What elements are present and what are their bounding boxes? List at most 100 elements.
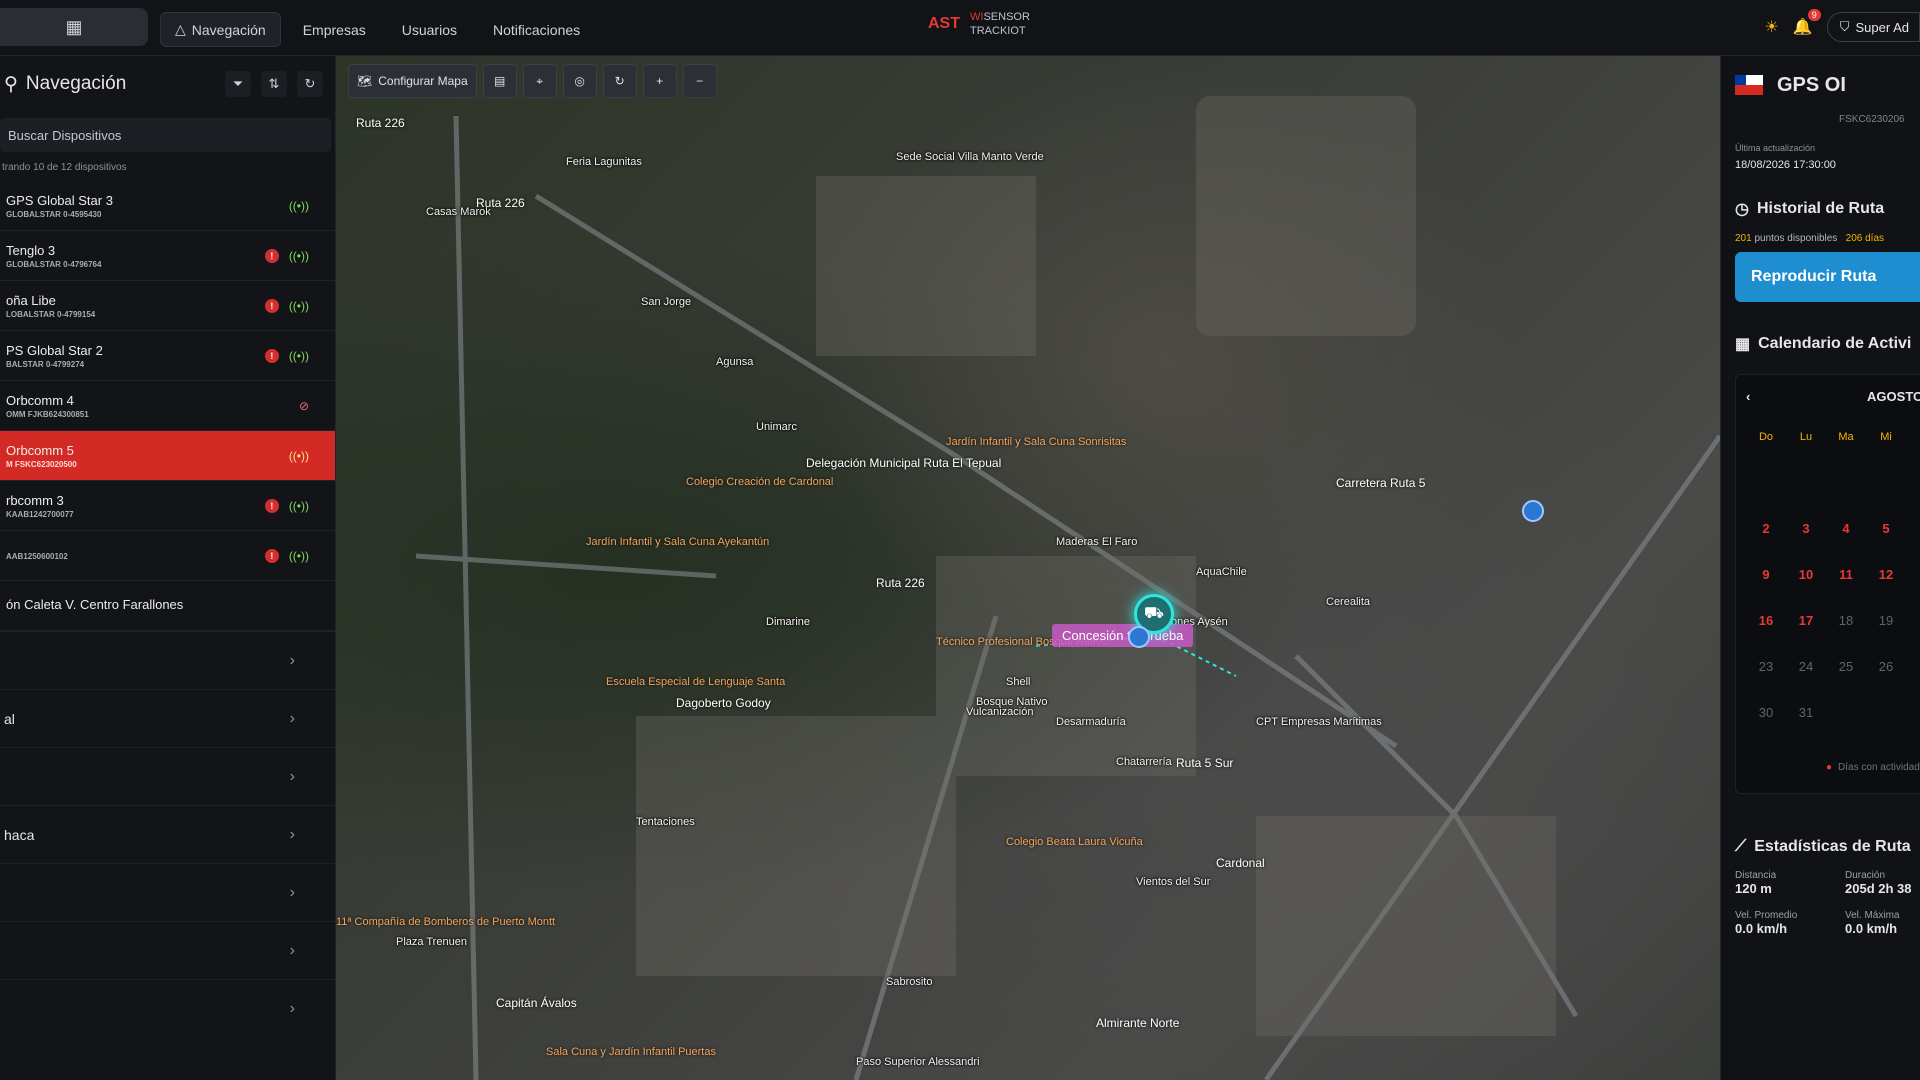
device-status: ! ((•))	[264, 348, 309, 363]
tab-usuarios[interactable]: Usuarios	[388, 12, 471, 47]
refresh-map-button[interactable]: ↻	[602, 64, 637, 98]
device-group-item[interactable]: ›	[0, 631, 335, 689]
map-place-label: Capitán Ávalos	[496, 996, 577, 1010]
configure-map-button[interactable]: 🗺 Configurar Mapa	[348, 64, 477, 98]
device-list-item[interactable]: rbcomm 3 KAAB1242700077! ((•))	[0, 481, 335, 531]
calendar-header: ‹ AGOSTO 2	[1746, 389, 1920, 404]
tab-empresas[interactable]: Empresas	[289, 12, 380, 47]
vehicle-label[interactable]: Concesión ta Prueba	[1052, 624, 1194, 647]
signal-icon: ((•))	[288, 298, 309, 313]
chevron-right-icon: ›	[289, 999, 295, 1017]
sort-button[interactable]: ⇅	[261, 71, 287, 97]
filter-icon: ⏷	[232, 76, 244, 91]
calendar-day[interactable]: 12	[1866, 562, 1906, 588]
calendar-day[interactable]: 16	[1746, 608, 1786, 634]
route-stats: ⟋ Estadísticas de Ruta Distancia 120 m Dura…	[1735, 838, 1920, 936]
device-name: Orbcomm 5	[6, 442, 74, 458]
calendar-day[interactable]: 19	[1866, 608, 1906, 634]
map-place-label: Colegio Creación de Cardonal	[686, 476, 834, 488]
device-list-item[interactable]: oña Libe LOBALSTAR 0-4799154! ((•))	[0, 281, 335, 331]
map-place-label: CPT Empresas Marítimas	[1256, 716, 1382, 728]
map-place-label: San Jorge	[641, 296, 692, 308]
shield-icon: ⛉	[1839, 19, 1850, 34]
zoom-out-button[interactable]: −	[682, 64, 717, 98]
locate-button[interactable]: ⌖	[522, 64, 557, 98]
calendar-day[interactable]: 26	[1866, 654, 1906, 680]
chevron-right-icon: ›	[289, 941, 295, 959]
map-place-label: Ruta 226	[876, 576, 925, 590]
device-id: BALSTAR 0-4799274	[6, 359, 85, 369]
device-list-item[interactable]: Orbcomm 5M FSKC623020500 ((•))	[0, 431, 335, 481]
device-group-item[interactable]: ›	[0, 747, 335, 805]
device-list-item[interactable]: Tenglo 3 GLOBALSTAR 0-4796764! ((•))	[0, 231, 335, 281]
device-group-item[interactable]: ›	[0, 921, 335, 979]
map-place-label: Sala Cuna y Jardín Infantil Puertas	[546, 1046, 716, 1058]
map-place-label: Agunsa	[716, 356, 754, 368]
device-list-item[interactable]: ón Caleta V. Centro Farallones	[0, 581, 335, 631]
device-id: KAAB1242700077	[6, 509, 74, 519]
chevron-right-icon: ›	[289, 883, 295, 901]
notification-count-badge: 9	[1807, 9, 1821, 21]
tab-navegacion[interactable]: △ Navegación	[160, 12, 281, 47]
calendar-day[interactable]: 11	[1826, 562, 1866, 588]
map-place-label: Ruta 5 Sur	[1176, 756, 1234, 770]
calendar-day[interactable]: 10	[1786, 562, 1826, 588]
calendar-day[interactable]: 2	[1906, 654, 1920, 680]
user-role-button[interactable]: ⛉ Super Ad	[1826, 12, 1920, 42]
brand-logo-text: AST	[928, 15, 960, 32]
device-status: ! ((•))	[264, 498, 309, 513]
calendar-day[interactable]: 18	[1826, 608, 1866, 634]
map-place-label: Dimarine	[766, 616, 811, 628]
calendar-day[interactable]: 31	[1786, 700, 1826, 726]
satellite-map[interactable]: 🗺 Configurar Mapa ▤ ⌖ ◎ ↻ + − Feria Lagun…	[336, 56, 1720, 1080]
device-list-item[interactable]: Orbcomm 4 OMM FJKB624300851 ⊘	[0, 381, 335, 431]
device-list-item[interactable]: PS Global Star 2 BALSTAR 0-4799274! ((•))	[0, 331, 335, 381]
device-list-item[interactable]: AAB1250600102! ((•))	[0, 531, 335, 581]
calendar-day	[1826, 470, 1866, 496]
stat-value: 0.0 km/h	[1845, 921, 1898, 936]
calendar-day[interactable]: 5	[1866, 516, 1906, 542]
device-info: Orbcomm 4 OMM FJKB624300851	[6, 393, 89, 419]
device-search-input[interactable]: Buscar Dispositivos	[0, 118, 331, 152]
calendar-day[interactable]: 24	[1786, 654, 1826, 680]
filter-button[interactable]: ⏷	[225, 71, 251, 97]
chevron-left-icon[interactable]: ‹	[1746, 389, 1750, 404]
compass-button[interactable]: ◎	[562, 64, 597, 98]
notifications-button[interactable]: 🔔 9	[1793, 9, 1821, 37]
calendar-grid: DoLuMaMi23459101112161718192324252623031	[1746, 424, 1920, 726]
refresh-icon: ↻	[304, 76, 316, 91]
layers-button[interactable]: ▤	[482, 64, 517, 98]
zoom-in-button[interactable]: +	[642, 64, 677, 98]
apps-grid-button[interactable]: ▦	[0, 8, 148, 46]
refresh-button[interactable]: ↻	[297, 71, 323, 97]
calendar-day[interactable]: 23	[1746, 654, 1786, 680]
chevron-right-icon: ›	[289, 709, 295, 727]
device-list-item[interactable]: GPS Global Star 3 GLOBALSTAR 0-4595430 ((•…	[0, 181, 335, 231]
map-toolbar: 🗺 Configurar Mapa ▤ ⌖ ◎ ↻ + −	[348, 64, 717, 98]
map-place-label: AquaChile	[1196, 566, 1247, 578]
sun-icon[interactable]: ☀	[1764, 17, 1778, 37]
sidebar-header: ⚲ Navegación ⏷ ⇅ ↻	[0, 56, 335, 112]
stat-value: 0.0 km/h	[1735, 921, 1788, 936]
calendar-day[interactable]: 25	[1826, 654, 1866, 680]
map-place-label: Tentaciones	[636, 816, 695, 828]
road-line	[415, 553, 717, 579]
brand-logo: AST WISENSOR TRACKIOT	[928, 10, 1030, 38]
device-group-item[interactable]: ›	[0, 863, 335, 921]
play-route-button[interactable]: Reproducir Ruta	[1735, 252, 1920, 302]
device-group-item[interactable]: al ›	[0, 689, 335, 747]
calendar-day[interactable]: 30	[1746, 700, 1786, 726]
map-place-label: Bosque Nativo	[976, 696, 1048, 708]
location-pin[interactable]	[1128, 626, 1150, 648]
calendar-day[interactable]: 9	[1746, 562, 1786, 588]
calendar-day[interactable]: 2	[1746, 516, 1786, 542]
calendar-day[interactable]: 3	[1786, 516, 1826, 542]
panel-header: GPS OI	[1735, 56, 1920, 114]
device-group-item[interactable]: haca ›	[0, 805, 335, 863]
calendar-day[interactable]: 17	[1786, 608, 1826, 634]
tab-notificaciones[interactable]: Notificaciones	[479, 12, 594, 47]
calendar-day[interactable]: 4	[1826, 516, 1866, 542]
device-group-item[interactable]: ›	[0, 979, 335, 1037]
device-serial: FSKC6230206	[1839, 114, 1905, 125]
location-pin[interactable]	[1522, 500, 1544, 522]
